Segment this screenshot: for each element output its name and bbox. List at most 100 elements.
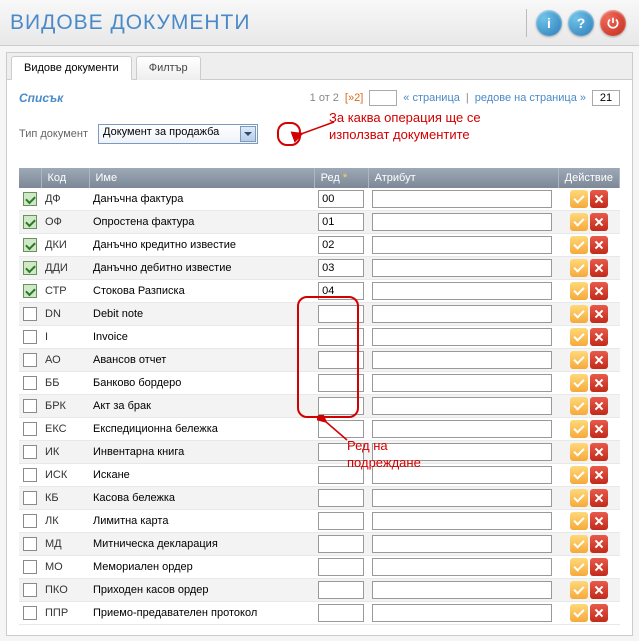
row-attr-input[interactable] [372,581,552,599]
doc-type-select[interactable]: Документ за продажба [98,124,258,144]
row-checkbox[interactable] [23,468,37,482]
row-attr-input[interactable] [372,512,552,530]
row-attr-input[interactable] [372,397,552,415]
pager-page-link[interactable]: « страница [403,92,460,104]
row-attr-input[interactable] [372,328,552,346]
row-edit-button[interactable] [570,328,588,346]
row-checkbox[interactable] [23,399,37,413]
row-delete-button[interactable] [590,512,608,530]
row-checkbox[interactable] [23,583,37,597]
row-attr-input[interactable] [372,190,552,208]
row-checkbox[interactable] [23,307,37,321]
row-checkbox[interactable] [23,353,37,367]
row-delete-button[interactable] [590,558,608,576]
row-delete-button[interactable] [590,190,608,208]
row-checkbox[interactable] [23,606,37,620]
row-edit-button[interactable] [570,512,588,530]
row-edit-button[interactable] [570,397,588,415]
row-checkbox[interactable] [23,560,37,574]
row-order-input[interactable] [318,420,364,438]
row-attr-input[interactable] [372,305,552,323]
col-code[interactable]: Код [41,168,89,188]
col-attr[interactable]: Атрибут [368,168,558,188]
row-delete-button[interactable] [590,466,608,484]
row-order-input[interactable] [318,512,364,530]
tab-document-types[interactable]: Видове документи [11,56,132,80]
row-attr-input[interactable] [372,535,552,553]
row-order-input[interactable] [318,282,364,300]
row-delete-button[interactable] [590,535,608,553]
help-button[interactable]: ? [568,10,594,36]
row-checkbox[interactable] [23,445,37,459]
row-order-input[interactable] [318,558,364,576]
row-order-input[interactable] [318,305,364,323]
row-checkbox[interactable] [23,376,37,390]
row-checkbox[interactable] [23,422,37,436]
row-checkbox[interactable] [23,330,37,344]
row-order-input[interactable] [318,351,364,369]
row-delete-button[interactable] [590,282,608,300]
row-edit-button[interactable] [570,581,588,599]
logout-button[interactable] [600,10,626,36]
row-order-input[interactable] [318,213,364,231]
row-order-input[interactable] [318,466,364,484]
row-attr-input[interactable] [372,259,552,277]
row-order-input[interactable] [318,443,364,461]
row-delete-button[interactable] [590,351,608,369]
row-delete-button[interactable] [590,604,608,622]
row-order-input[interactable] [318,190,364,208]
row-edit-button[interactable] [570,190,588,208]
row-order-input[interactable] [318,259,364,277]
row-delete-button[interactable] [590,374,608,392]
row-attr-input[interactable] [372,466,552,484]
pager-rows-input[interactable] [592,90,620,106]
row-delete-button[interactable] [590,397,608,415]
row-attr-input[interactable] [372,351,552,369]
col-name[interactable]: Име [89,168,314,188]
row-order-input[interactable] [318,328,364,346]
row-delete-button[interactable] [590,328,608,346]
row-edit-button[interactable] [570,282,588,300]
row-edit-button[interactable] [570,351,588,369]
row-delete-button[interactable] [590,236,608,254]
row-attr-input[interactable] [372,236,552,254]
row-delete-button[interactable] [590,305,608,323]
row-edit-button[interactable] [570,259,588,277]
row-checkbox[interactable] [23,491,37,505]
row-attr-input[interactable] [372,213,552,231]
row-edit-button[interactable] [570,604,588,622]
row-checkbox[interactable] [23,192,37,206]
col-order[interactable]: Ред * [314,168,368,188]
row-checkbox[interactable] [23,238,37,252]
row-order-input[interactable] [318,535,364,553]
row-order-input[interactable] [318,374,364,392]
row-attr-input[interactable] [372,282,552,300]
row-checkbox[interactable] [23,284,37,298]
row-order-input[interactable] [318,489,364,507]
pager-rows-link[interactable]: редове на страница » [475,92,586,104]
row-delete-button[interactable] [590,489,608,507]
row-delete-button[interactable] [590,581,608,599]
row-order-input[interactable] [318,604,364,622]
row-edit-button[interactable] [570,420,588,438]
row-delete-button[interactable] [590,420,608,438]
row-order-input[interactable] [318,236,364,254]
tab-filter[interactable]: Филтър [136,56,201,80]
row-checkbox[interactable] [23,537,37,551]
row-attr-input[interactable] [372,489,552,507]
row-delete-button[interactable] [590,213,608,231]
row-attr-input[interactable] [372,374,552,392]
row-attr-input[interactable] [372,558,552,576]
row-edit-button[interactable] [570,305,588,323]
row-order-input[interactable] [318,581,364,599]
row-edit-button[interactable] [570,374,588,392]
row-attr-input[interactable] [372,420,552,438]
row-edit-button[interactable] [570,236,588,254]
row-edit-button[interactable] [570,558,588,576]
row-attr-input[interactable] [372,604,552,622]
row-attr-input[interactable] [372,443,552,461]
row-checkbox[interactable] [23,261,37,275]
info-button[interactable]: i [536,10,562,36]
row-delete-button[interactable] [590,259,608,277]
row-edit-button[interactable] [570,443,588,461]
